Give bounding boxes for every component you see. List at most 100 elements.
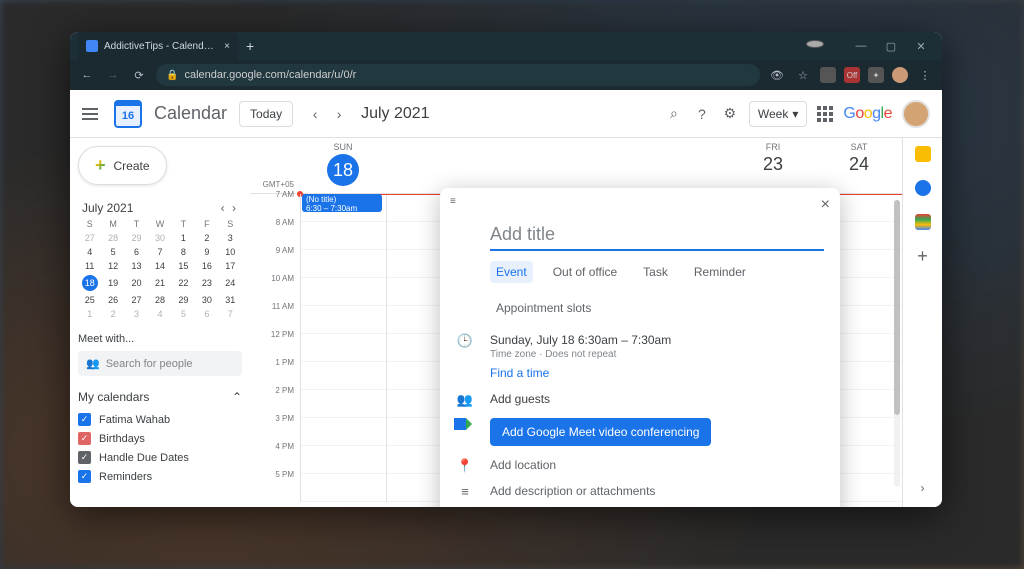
event-type-tab[interactable]: Reminder	[688, 261, 752, 283]
main-menu-icon[interactable]	[82, 108, 102, 120]
mini-calendar-day[interactable]: 3	[219, 231, 242, 245]
mini-calendar-day[interactable]: 1	[172, 231, 195, 245]
mini-calendar-day[interactable]: 12	[101, 259, 124, 273]
calendar-checkbox[interactable]: ✓	[78, 432, 91, 445]
day-column-header[interactable]: FRI23	[730, 138, 816, 193]
event-time-subtext[interactable]: Time zone · Does not repeat	[490, 349, 824, 360]
keep-icon[interactable]	[915, 146, 931, 162]
day-column-header[interactable]: SUN18	[300, 138, 386, 193]
mini-calendar-day[interactable]: 15	[172, 259, 195, 273]
event-type-tab[interactable]: Out of office	[547, 261, 623, 283]
mini-calendar-day[interactable]: 28	[148, 293, 171, 307]
mini-calendar-day[interactable]: 6	[125, 245, 148, 259]
maps-icon[interactable]	[915, 214, 931, 230]
extension-icon[interactable]: Off	[844, 67, 860, 83]
event-type-tab[interactable]: Appointment slots	[490, 297, 597, 319]
mini-calendar-day[interactable]: 11	[78, 259, 101, 273]
close-popup-button[interactable]: ×	[821, 196, 830, 214]
browser-tab[interactable]: AddictiveTips - Calendar - Week... ×	[78, 32, 238, 60]
mini-calendar-day[interactable]: 30	[148, 231, 171, 245]
hide-panel-button[interactable]: ›	[921, 481, 925, 495]
scroll-thumb[interactable]	[894, 200, 900, 415]
search-people-input[interactable]: 👥 Search for people	[78, 351, 242, 376]
tab-close-icon[interactable]: ×	[224, 41, 230, 52]
back-button[interactable]: ←	[78, 69, 96, 81]
window-minimize-button[interactable]: —	[852, 40, 870, 53]
settings-gear-icon[interactable]: ⚙	[721, 105, 739, 122]
mini-calendar-day[interactable]: 14	[148, 259, 171, 273]
day-column-header[interactable]	[558, 138, 644, 193]
mini-next-button[interactable]: ›	[230, 201, 238, 215]
calendar-event[interactable]: (No title)6:30 – 7:30am	[302, 194, 382, 212]
mini-calendar-day[interactable]: 8	[172, 245, 195, 259]
mini-calendar-day[interactable]: 29	[125, 231, 148, 245]
mini-calendar-day[interactable]: 6	[195, 307, 218, 321]
my-calendars-section-header[interactable]: My calendars ⌃	[78, 390, 242, 404]
tasks-icon[interactable]	[915, 180, 931, 196]
window-maximize-button[interactable]: ▢	[882, 40, 900, 53]
new-tab-button[interactable]: +	[246, 38, 254, 54]
mini-calendar-day[interactable]: 18	[78, 273, 101, 293]
event-type-tab[interactable]: Task	[637, 261, 674, 283]
mini-calendar-day[interactable]: 4	[78, 245, 101, 259]
mini-calendar-day[interactable]: 7	[148, 245, 171, 259]
event-time-text[interactable]: Sunday, July 18 6:30am – 7:30am	[490, 333, 824, 347]
today-button[interactable]: Today	[239, 101, 293, 127]
search-icon[interactable]: ⌕	[665, 105, 683, 122]
mini-calendar-day[interactable]: 10	[219, 245, 242, 259]
mini-calendar-day[interactable]: 13	[125, 259, 148, 273]
drag-handle-icon[interactable]: ≡	[450, 196, 458, 214]
mini-calendar-day[interactable]: 16	[195, 259, 218, 273]
calendar-checkbox[interactable]: ✓	[78, 451, 91, 464]
window-close-button[interactable]: ✕	[912, 40, 930, 53]
google-apps-icon[interactable]	[817, 106, 833, 122]
next-period-button[interactable]: ›	[329, 106, 349, 122]
mini-calendar-day[interactable]: 1	[78, 307, 101, 321]
mini-calendar-day[interactable]: 24	[219, 273, 242, 293]
mini-calendar-day[interactable]: 4	[148, 307, 171, 321]
address-bar[interactable]: 🔒 calendar.google.com/calendar/u/0/r	[156, 64, 760, 86]
mini-calendar-day[interactable]: 20	[125, 273, 148, 293]
support-icon[interactable]: ?	[693, 106, 711, 122]
create-button[interactable]: + Create	[78, 146, 167, 185]
extension-icon[interactable]	[820, 67, 836, 83]
view-selector[interactable]: Week▾	[749, 101, 808, 127]
mini-calendar-day[interactable]: 27	[125, 293, 148, 307]
mini-calendar-day[interactable]: 2	[101, 307, 124, 321]
browser-menu-icon[interactable]: ⋮	[916, 69, 934, 82]
reload-button[interactable]: ⟳	[130, 69, 148, 82]
mini-calendar-day[interactable]: 5	[101, 245, 124, 259]
mini-calendar-day[interactable]: 7	[219, 307, 242, 321]
mini-calendar-day[interactable]: 2	[195, 231, 218, 245]
scrollbar[interactable]	[894, 200, 900, 487]
get-addons-icon[interactable]: +	[915, 248, 931, 264]
calendar-checkbox[interactable]: ✓	[78, 470, 91, 483]
add-description-field[interactable]: Add description or attachments	[490, 484, 824, 498]
calendar-list-item[interactable]: ✓Handle Due Dates	[78, 448, 242, 467]
add-guests-field[interactable]: Add guests	[490, 392, 824, 406]
add-location-field[interactable]: Add location	[490, 458, 824, 472]
bookmark-star-icon[interactable]: ☆	[794, 69, 812, 82]
mini-calendar-day[interactable]: 23	[195, 273, 218, 293]
day-column-header[interactable]	[472, 138, 558, 193]
day-column-header[interactable]	[386, 138, 472, 193]
mini-calendar[interactable]: SMTWTFS 27282930123456789101112131415161…	[78, 217, 242, 321]
mini-prev-button[interactable]: ‹	[219, 201, 227, 215]
calendar-list-item[interactable]: ✓Fatima Wahab	[78, 410, 242, 429]
prev-period-button[interactable]: ‹	[305, 106, 325, 122]
eye-icon[interactable]: 👁	[768, 69, 786, 82]
calendar-list-item[interactable]: ✓Birthdays	[78, 429, 242, 448]
find-a-time-link[interactable]: Find a time	[490, 366, 824, 380]
mini-calendar-day[interactable]: 22	[172, 273, 195, 293]
event-type-tab[interactable]: Event	[490, 261, 533, 283]
day-column-header[interactable]: SAT24	[816, 138, 902, 193]
mini-calendar-day[interactable]: 5	[172, 307, 195, 321]
mini-calendar-day[interactable]: 29	[172, 293, 195, 307]
event-title-input[interactable]	[490, 218, 824, 251]
mini-calendar-day[interactable]: 26	[101, 293, 124, 307]
browser-profile-icon[interactable]	[892, 67, 908, 83]
calendar-list-item[interactable]: ✓Reminders	[78, 467, 242, 486]
mini-calendar-day[interactable]: 31	[219, 293, 242, 307]
calendar-checkbox[interactable]: ✓	[78, 413, 91, 426]
mini-calendar-day[interactable]: 30	[195, 293, 218, 307]
